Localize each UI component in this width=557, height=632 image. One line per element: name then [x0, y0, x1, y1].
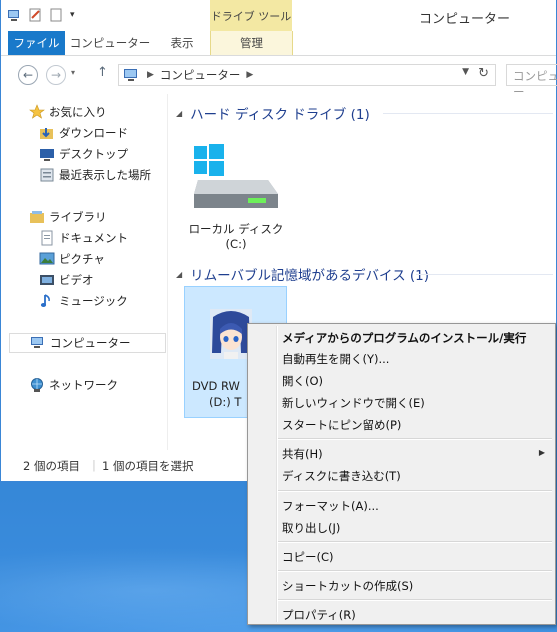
computer-icon: [31, 337, 43, 348]
nav-item-label: ドキュメント: [59, 231, 128, 245]
refresh-icon[interactable]: ↻: [478, 66, 489, 81]
nav-item-recent-places[interactable]: 最近表示した場所: [39, 165, 151, 185]
menu-item-properties[interactable]: プロパティ(R): [282, 607, 356, 623]
breadcrumb-computer[interactable]: コンピューター: [160, 67, 241, 83]
group-header-hdd-label: ハード ディスク ドライブ (1): [190, 107, 370, 123]
libraries-icon: [30, 211, 44, 223]
menu-item-format[interactable]: フォーマット(A)...: [282, 498, 379, 514]
menu-separator: [278, 599, 552, 601]
window-title: コンピューター: [419, 12, 511, 27]
status-item-count: 2 個の項目: [23, 459, 80, 473]
context-menu: メディアからのプログラムのインストール/実行 自動再生を開く(Y)... 開く(…: [247, 323, 556, 625]
title-bar: ▾ ドライブ ツール コンピューター: [1, 0, 556, 31]
menu-item-open[interactable]: 開く(O): [282, 373, 323, 389]
menu-item-open-new-window[interactable]: 新しいウィンドウで開く(E): [282, 395, 425, 411]
star-icon: [29, 104, 45, 119]
videos-icon: [40, 275, 54, 285]
nav-item-label: ダウンロード: [59, 126, 128, 140]
back-button[interactable]: ←: [18, 65, 38, 85]
desktop-icon: [40, 149, 54, 161]
nav-item-label: ビデオ: [59, 273, 94, 287]
nav-network-label: ネットワーク: [49, 378, 118, 392]
menu-item-share[interactable]: 共有(H): [282, 446, 323, 462]
nav-item-desktop[interactable]: デスクトップ: [39, 144, 128, 164]
nav-computer-label: コンピューター: [50, 336, 131, 350]
pictures-icon: [39, 252, 55, 265]
breadcrumb-chevron-icon[interactable]: ▶: [246, 70, 253, 80]
menu-separator: [278, 541, 552, 543]
nav-item-music[interactable]: ミュージック: [39, 291, 128, 311]
drive-dvd-name: DVD RW: [192, 379, 240, 393]
network-icon: [31, 378, 43, 392]
nav-item-label: 最近表示した場所: [59, 168, 151, 182]
menu-separator: [278, 570, 552, 572]
nav-computer[interactable]: コンピューター: [9, 333, 166, 353]
group-divider: [383, 113, 553, 114]
group-divider: [416, 274, 553, 275]
nav-item-label: ミュージック: [59, 294, 128, 308]
contextual-tab-group-label: ドライブ ツール: [210, 0, 292, 31]
nav-item-downloads[interactable]: ダウンロード: [39, 123, 128, 143]
status-divider: |: [92, 458, 96, 472]
nav-libraries-label: ライブラリ: [49, 210, 107, 224]
computer-icon: [124, 69, 137, 81]
address-dropdown-icon[interactable]: ▼: [462, 67, 469, 77]
nav-network[interactable]: ネットワーク: [29, 375, 118, 395]
submenu-arrow-icon: ▶: [538, 448, 545, 457]
downloads-folder-icon: [40, 128, 53, 139]
drive-dvd-letter: (D:) T: [209, 395, 242, 409]
tab-computer[interactable]: コンピューター: [67, 31, 153, 55]
nav-item-label: ピクチャ: [59, 252, 105, 266]
tab-file[interactable]: ファイル: [8, 31, 65, 55]
collapse-triangle-icon[interactable]: ◢: [176, 109, 182, 118]
customize-qat-icon[interactable]: ▾: [70, 10, 75, 20]
group-header-removable-label: リムーバブル記憶域があるデバイス (1): [190, 268, 430, 284]
nav-item-label: デスクトップ: [59, 147, 128, 161]
nav-item-pictures[interactable]: ピクチャ: [39, 249, 105, 269]
menu-item-install-run[interactable]: メディアからのプログラムのインストール/実行: [282, 330, 526, 346]
drive-local-disk-letter: (C:): [225, 237, 247, 251]
recent-locations-chevron-icon[interactable]: ▾: [71, 68, 75, 77]
nav-favorites[interactable]: お気に入り: [29, 102, 107, 122]
breadcrumb-separator-icon[interactable]: ▶: [147, 70, 154, 80]
quick-access-toolbar: ▾: [7, 8, 75, 22]
properties-icon[interactable]: [28, 8, 43, 22]
dvd-autorun-character-icon: [210, 309, 252, 359]
navigation-bar: ← → ▾ ↑ ▶ コンピューター ▶ ▼ ↻ コンピュー: [1, 56, 557, 99]
menu-item-open-autoplay[interactable]: 自動再生を開く(Y)...: [282, 351, 389, 367]
up-button[interactable]: ↑: [97, 65, 108, 80]
forward-button[interactable]: →: [46, 65, 66, 85]
recent-places-icon: [40, 168, 54, 182]
menu-separator: [278, 438, 552, 440]
navigation-pane: お気に入り ダウンロード デスクトップ 最近表示した場所 ライブラリ ドキュメン…: [1, 94, 168, 450]
nav-libraries[interactable]: ライブラリ: [29, 207, 107, 227]
menu-item-copy[interactable]: コピー(C): [282, 549, 334, 565]
status-selected-count: 1 個の項目を選択: [102, 459, 194, 473]
nav-item-videos[interactable]: ビデオ: [39, 270, 94, 290]
group-header-removable[interactable]: ◢ リムーバブル記憶域があるデバイス (1): [176, 264, 429, 284]
menu-gutter: [276, 326, 278, 622]
group-header-hdd[interactable]: ◢ ハード ディスク ドライブ (1): [176, 103, 370, 123]
menu-item-pin-to-start[interactable]: スタートにピン留め(P): [282, 417, 401, 433]
menu-item-eject[interactable]: 取り出し(J): [282, 520, 340, 536]
menu-item-create-shortcut[interactable]: ショートカットの作成(S): [282, 578, 413, 594]
menu-item-burn-to-disc[interactable]: ディスクに書き込む(T): [282, 468, 401, 484]
music-icon: [40, 294, 50, 307]
nav-favorites-label: お気に入り: [49, 105, 107, 119]
menu-separator: [278, 490, 552, 492]
documents-icon: [41, 230, 53, 246]
new-folder-icon[interactable]: [49, 8, 64, 22]
search-input[interactable]: コンピュー: [506, 64, 557, 99]
drive-local-disk[interactable]: ローカル ディスク (C:): [186, 142, 286, 251]
ribbon-tabs: ファイル コンピューター 表示 管理: [1, 31, 556, 56]
tab-manage[interactable]: 管理: [210, 31, 293, 55]
tab-view[interactable]: 表示: [157, 31, 207, 55]
drive-local-disk-name: ローカル ディスク: [188, 222, 284, 236]
hard-drive-windows-icon: [194, 144, 278, 208]
collapse-triangle-icon[interactable]: ◢: [176, 270, 182, 279]
address-bar[interactable]: ▶ コンピューター ▶ ▼ ↻: [118, 64, 496, 86]
computer-small-icon[interactable]: [7, 8, 22, 22]
nav-item-documents[interactable]: ドキュメント: [39, 228, 128, 248]
